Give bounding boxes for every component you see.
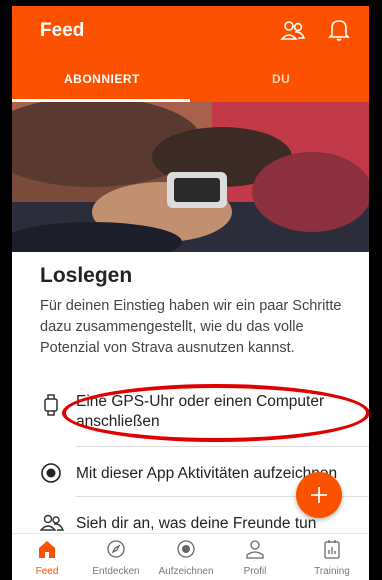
- get-started-description: Für deinen Einstieg haben wir ein paar S…: [40, 298, 342, 356]
- tab-du[interactable]: DU: [272, 72, 290, 86]
- nav-label: Training: [314, 566, 350, 577]
- tab-abonniert[interactable]: ABONNIERT: [64, 72, 140, 86]
- bottom-nav: Feed Entdecken Aufzeichnen Profil Traini…: [12, 533, 369, 580]
- nav-item-entdecken[interactable]: Entdecken: [81, 534, 151, 580]
- watch-icon: [44, 394, 58, 416]
- nav-label: Entdecken: [92, 566, 140, 577]
- nav-label: Aufzeichnen: [158, 566, 214, 577]
- nav-item-profil[interactable]: Profil: [220, 534, 290, 580]
- plus-icon: [311, 487, 327, 503]
- page-title: Feed: [40, 20, 85, 41]
- divider: [76, 446, 369, 447]
- compass-icon: [107, 540, 125, 558]
- top-bar: Feed: [12, 6, 369, 58]
- friends-icon[interactable]: [280, 20, 306, 42]
- feed-tabs: ABONNIERT DU: [12, 58, 369, 102]
- nav-label: Feed: [35, 566, 59, 577]
- home-icon: [39, 541, 55, 558]
- get-started-title: Loslegen: [40, 264, 133, 287]
- nav-item-aufzeichnen[interactable]: Aufzeichnen: [151, 534, 221, 580]
- record-icon: [177, 540, 195, 558]
- nav-label: Profil: [243, 566, 267, 577]
- record-icon: [41, 463, 61, 483]
- add-fab-button[interactable]: [296, 472, 342, 518]
- friends-icon: [40, 514, 64, 531]
- annotation-ellipse: [62, 384, 369, 442]
- nav-item-training[interactable]: Training: [297, 534, 367, 580]
- app-screen: Feed ABONNIERT DU Loslegen Für deinen Ei…: [12, 6, 369, 580]
- bell-icon[interactable]: [328, 18, 350, 42]
- nav-item-feed[interactable]: Feed: [12, 534, 82, 580]
- training-icon: [324, 540, 340, 559]
- profile-icon: [246, 540, 264, 559]
- hero-image: [12, 102, 369, 252]
